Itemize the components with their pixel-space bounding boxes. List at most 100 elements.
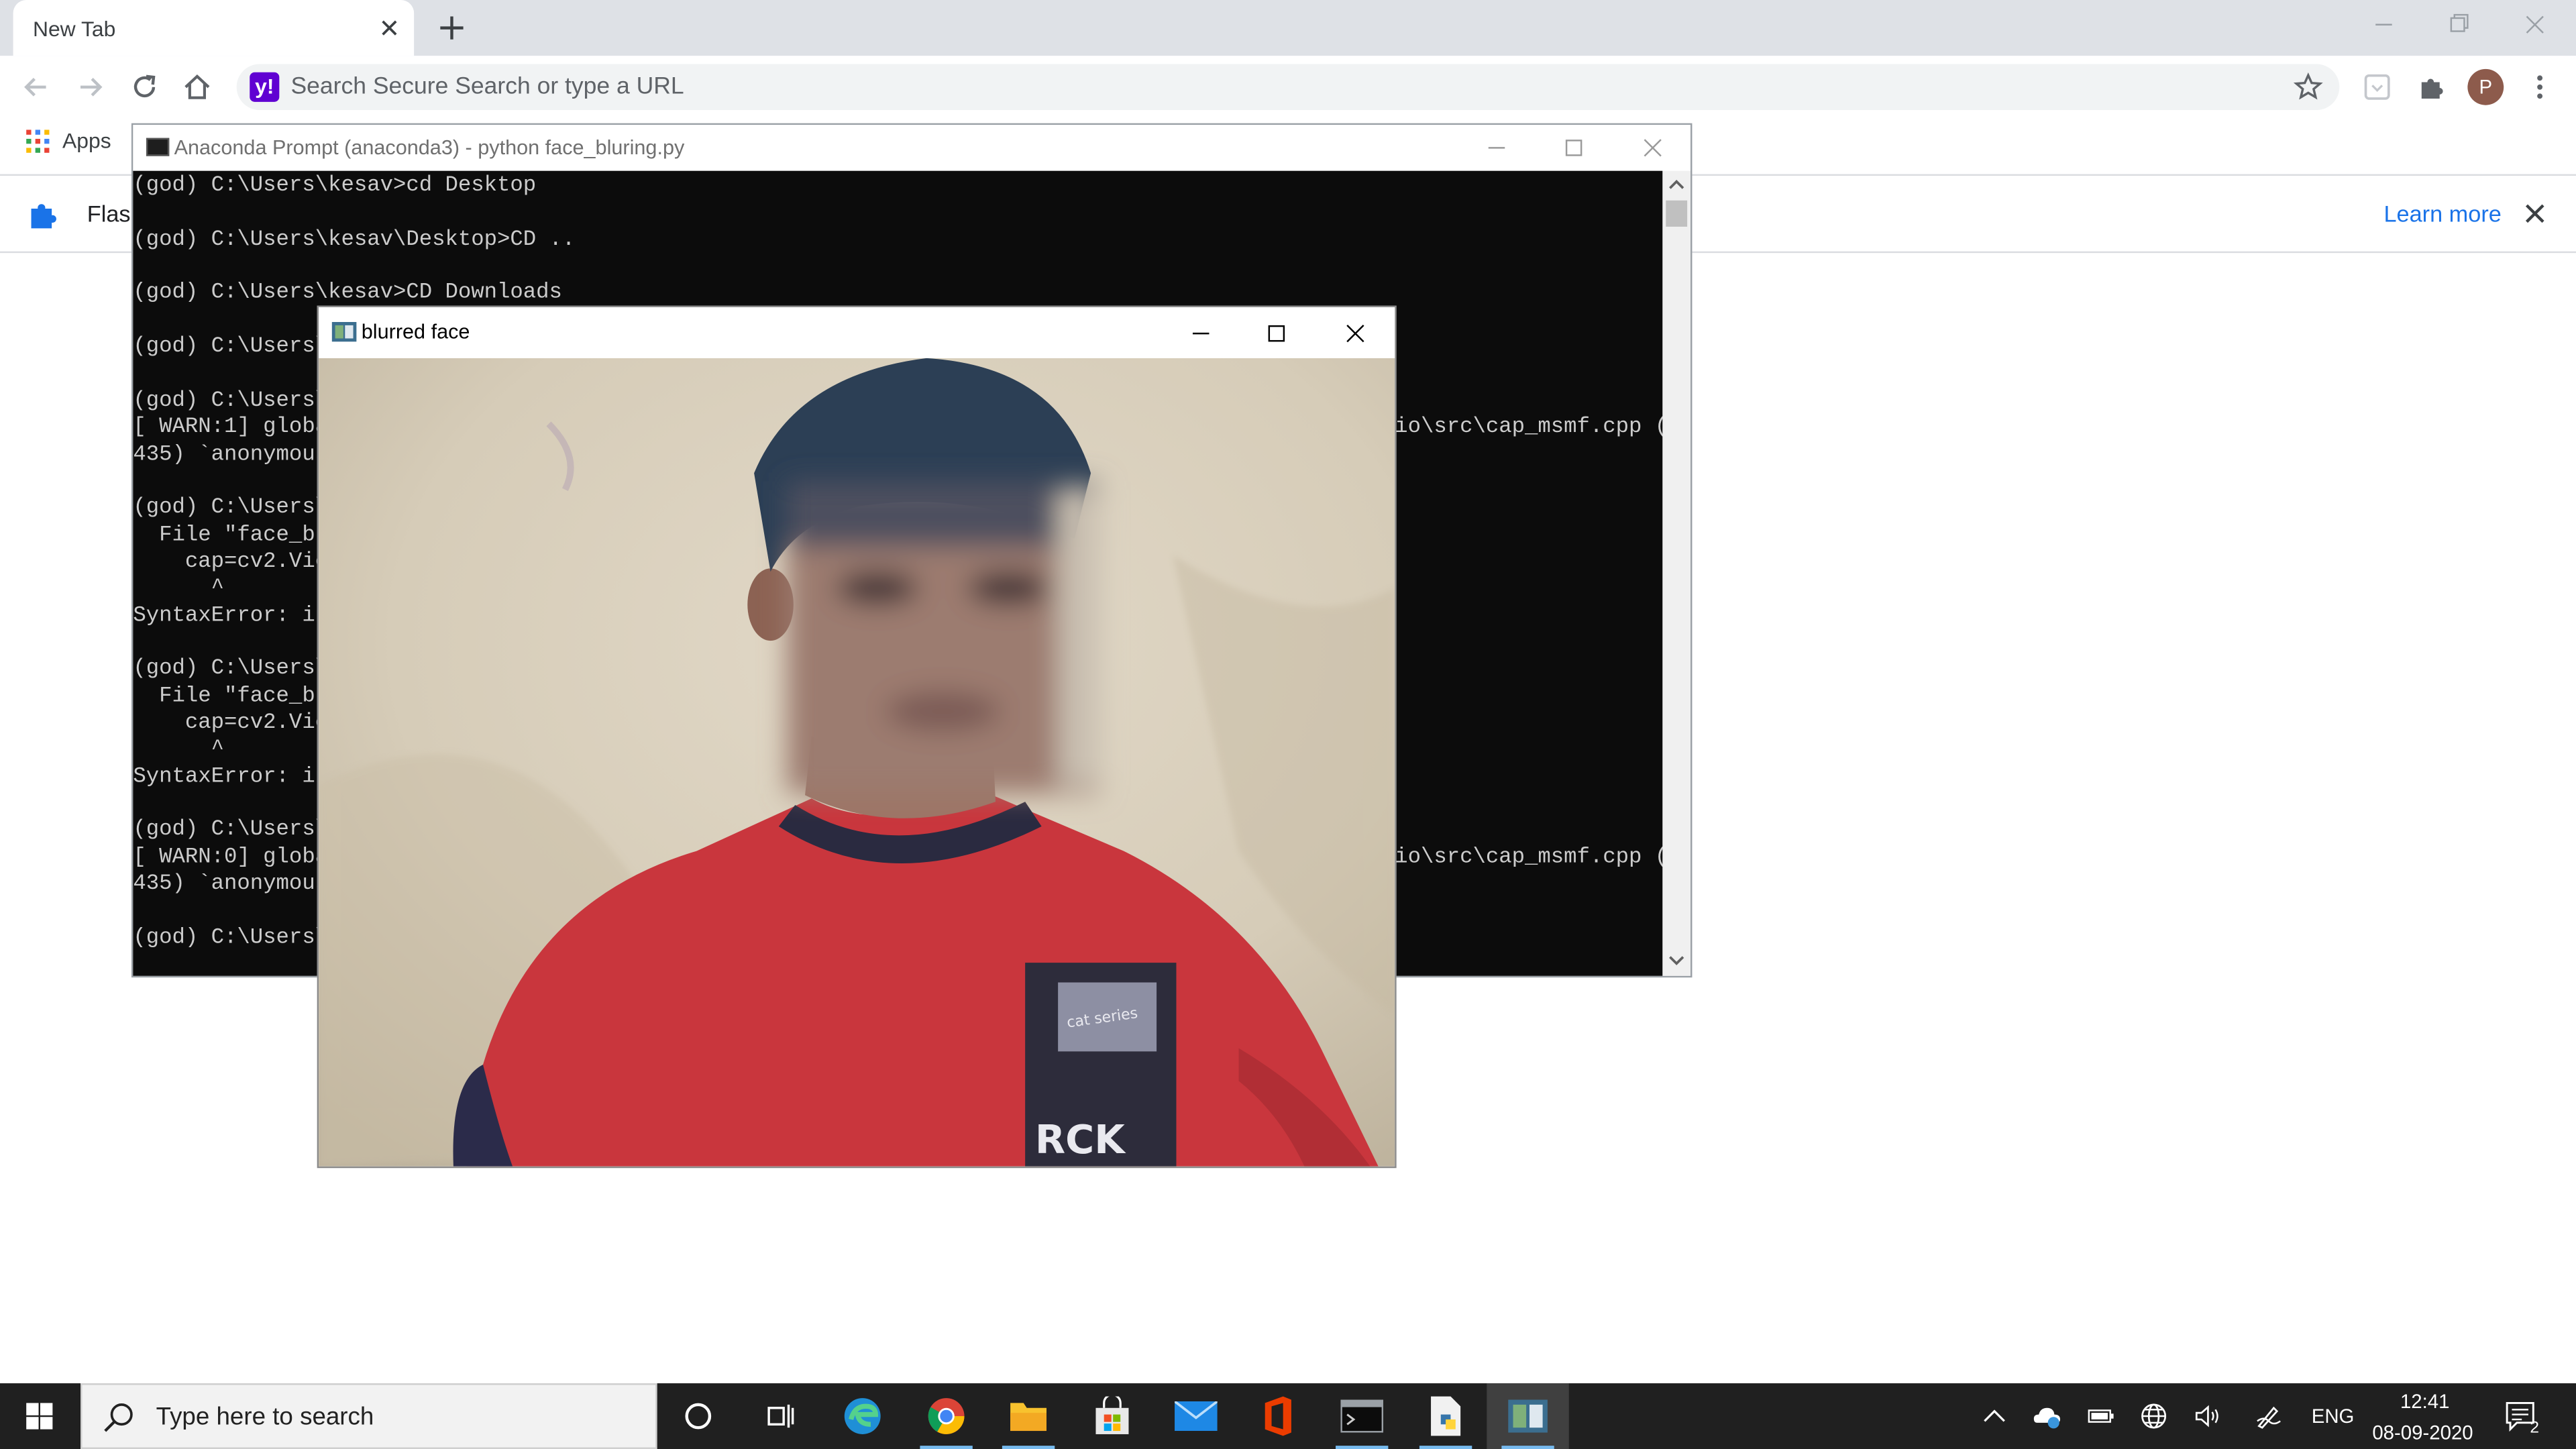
screen: New Tab y! Search Secure Search or type … [0, 0, 2576, 1449]
face-window-titlebar[interactable]: blurred face [319, 307, 1395, 358]
plugin-puzzle-icon [31, 204, 56, 229]
more-menu-icon[interactable] [2524, 70, 2557, 103]
taskbar-image-window[interactable] [1487, 1383, 1569, 1449]
console-line: (god) C:\Users\ [133, 333, 329, 359]
console-line: SyntaxError: in [133, 602, 329, 627]
running-indicator [1336, 1446, 1389, 1449]
apps-grid-icon[interactable] [25, 128, 51, 154]
tab-close-icon[interactable] [374, 13, 404, 43]
taskbar-chrome[interactable] [905, 1383, 987, 1449]
console-line: cap=cv2.Vic [133, 709, 329, 735]
taskbar-search-box[interactable]: Type here to search [80, 1383, 657, 1449]
onedrive-sync-icon[interactable] [2032, 1401, 2061, 1431]
console-line: ^ [133, 575, 225, 600]
pen-workspace-icon[interactable] [2254, 1401, 2284, 1431]
task-view-button[interactable] [739, 1383, 821, 1449]
console-line: File "face_bl [133, 682, 329, 708]
language-indicator[interactable]: ENG [2312, 1405, 2355, 1428]
taskbar-edge[interactable] [821, 1383, 903, 1449]
console-line-right: io\src\cap_msmf.cpp ( [1395, 414, 1668, 439]
console-line: (god) C:\Users\ [133, 494, 329, 520]
taskbar-mail[interactable] [1155, 1383, 1237, 1449]
task-view-icon [767, 1404, 794, 1428]
taskbar-file-explorer[interactable] [987, 1383, 1069, 1449]
cortana-button[interactable] [657, 1383, 739, 1449]
forward-arrow-icon[interactable] [74, 70, 107, 103]
console-titlebar[interactable]: Anaconda Prompt (anaconda3) - python fac… [133, 125, 1690, 171]
yahoo-search-icon: y! [250, 72, 280, 102]
tab-title: New Tab [32, 16, 116, 42]
scroll-thumb[interactable] [1666, 200, 1688, 227]
console-line: ^ [133, 736, 225, 761]
battery-icon[interactable] [2086, 1401, 2116, 1431]
scroll-up-arrow-icon[interactable] [1668, 176, 1686, 194]
windows-start-icon[interactable] [0, 1383, 79, 1449]
store-bag-icon [1095, 1396, 1129, 1434]
console-line: (god) C:\Users\kesav\Desktop>CD .. [133, 226, 576, 251]
profile-avatar[interactable]: P [2467, 68, 2504, 105]
face-window-title: blurred face [361, 320, 470, 343]
running-indicator [920, 1446, 973, 1449]
minimize-icon[interactable] [2346, 0, 2422, 49]
console-line: (god) C:\Users\kesav>cd Desktop [133, 172, 537, 197]
face-minimize-icon[interactable] [1183, 315, 1219, 352]
running-indicator [1419, 1446, 1472, 1449]
console-maximize-icon[interactable] [1558, 131, 1591, 164]
console-line: (god) C:\Users\ [133, 924, 329, 950]
reload-icon[interactable] [128, 70, 161, 103]
learn-more-link[interactable]: Learn more [2383, 201, 2501, 227]
console-scrollbar[interactable] [1662, 170, 1690, 976]
cortana-circle-icon [685, 1403, 712, 1430]
extension-box-icon[interactable] [2361, 70, 2394, 103]
console-line: (god) C:\Users\ [133, 817, 329, 842]
infobar-close-icon[interactable] [2524, 202, 2546, 225]
taskbar-office[interactable] [1237, 1383, 1319, 1449]
terminal-icon [1340, 1399, 1384, 1433]
scroll-down-arrow-icon[interactable] [1668, 951, 1686, 969]
restore-icon[interactable] [2422, 0, 2498, 49]
volume-speaker-icon[interactable] [2193, 1401, 2222, 1431]
browser-toolbar: y! Search Secure Search or type a URL P [0, 56, 2576, 119]
tab-strip: New Tab [0, 0, 2576, 56]
running-indicator [1501, 1446, 1554, 1449]
show-hidden-icons-chevron-icon[interactable] [1980, 1401, 2009, 1431]
home-icon[interactable] [180, 70, 213, 103]
console-line: [ WARN:0] globa [133, 844, 329, 869]
console-line: 435) `anonymous [133, 441, 329, 466]
console-minimize-icon[interactable] [1481, 131, 1513, 164]
console-line: [ WARN:1] globa [133, 414, 329, 439]
bookmark-star-icon[interactable] [2293, 72, 2323, 102]
office-icon [1265, 1396, 1291, 1436]
edge-icon [844, 1398, 881, 1434]
face-close-icon[interactable] [1337, 315, 1373, 352]
chrome-icon [928, 1398, 965, 1434]
extensions-puzzle-icon[interactable] [2415, 70, 2448, 103]
back-arrow-icon[interactable] [19, 70, 52, 103]
running-indicator [1002, 1446, 1055, 1449]
apps-bookmark-label[interactable]: Apps [62, 128, 111, 153]
windows-taskbar: Type here to search ENG 12:41 08-09-2020… [0, 1383, 2576, 1449]
close-window-icon[interactable] [2497, 0, 2573, 49]
console-title: Anaconda Prompt (anaconda3) - python fac… [174, 136, 685, 160]
taskbar-console[interactable] [1321, 1383, 1403, 1449]
face-maximize-icon[interactable] [1258, 315, 1295, 352]
taskbar-store[interactable] [1071, 1383, 1153, 1449]
clock-date[interactable]: 08-09-2020 [2372, 1421, 2473, 1444]
console-close-icon[interactable] [1636, 131, 1669, 164]
notification-count: 2 [2530, 1419, 2540, 1438]
search-placeholder: Type here to search [156, 1403, 374, 1432]
tab-new-tab[interactable]: New Tab [13, 0, 415, 56]
mail-envelope-icon [1175, 1401, 1218, 1432]
omnibox[interactable]: y! Search Secure Search or type a URL [236, 64, 2340, 111]
network-globe-icon[interactable] [2139, 1401, 2169, 1431]
image-window-icon [331, 322, 357, 342]
taskbar-python[interactable] [1405, 1383, 1487, 1449]
webcam-frame: cat series RCK [319, 358, 1395, 1167]
blurred-face-window[interactable]: blurred face cat series RCK [317, 305, 1397, 1169]
search-icon [104, 1403, 133, 1432]
console-app-icon [146, 138, 170, 156]
omnibox-placeholder: Search Secure Search or type a URL [290, 74, 684, 101]
console-line-right: io\src\cap_msmf.cpp ( [1395, 844, 1668, 869]
new-tab-plus-icon[interactable] [434, 10, 470, 46]
clock-time[interactable]: 12:41 [2400, 1390, 2450, 1413]
